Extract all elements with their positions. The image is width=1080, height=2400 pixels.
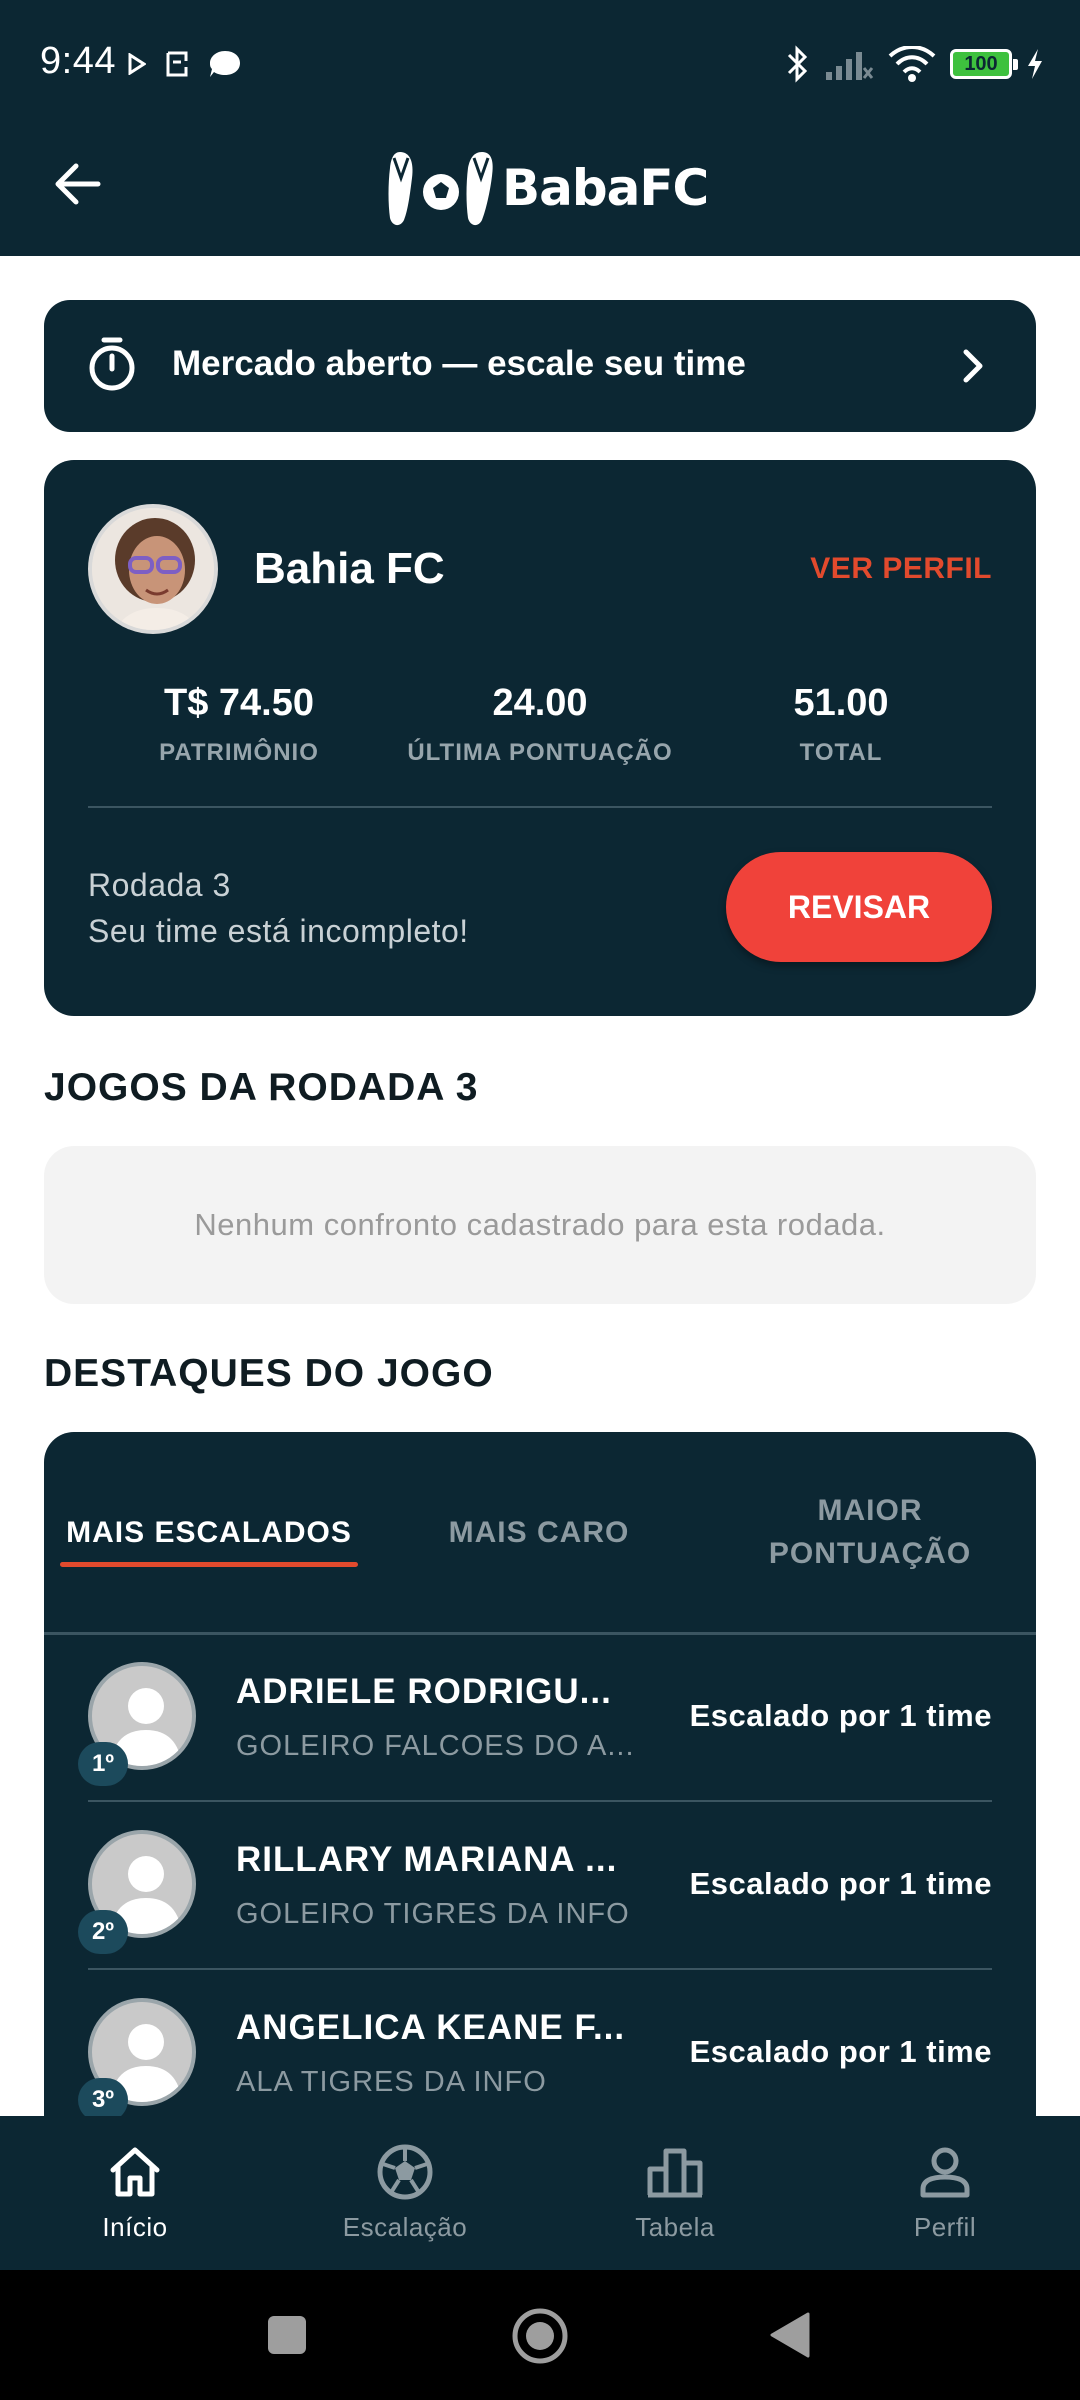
app-logo: BabaFC	[386, 138, 709, 238]
tab-maior-pontuacao[interactable]: MAIOR PONTUAÇÃO	[704, 1432, 1036, 1632]
wifi-icon	[888, 46, 936, 82]
team-summary-card: Bahia FC VER PERFIL T$ 74.50 PATRIMÔNIO …	[44, 460, 1036, 1016]
player-selection-count: Escalado por 1 time	[689, 1698, 992, 1733]
triangle-back-icon	[770, 2312, 810, 2358]
player-position-team: GOLEIRO TIGRES DA INFO	[236, 1898, 630, 1930]
market-status-text: Mercado aberto — escale seu time	[172, 344, 746, 383]
chevron-right-icon	[963, 349, 983, 383]
flip-flops-ball-icon	[388, 152, 493, 226]
player-row[interactable]: 1º ADRIELE RODRIGU... GOLEIRO FALCOES DO…	[44, 1634, 1036, 1802]
person-icon	[920, 2147, 970, 2198]
market-open-banner[interactable]: Mercado aberto — escale seu time	[44, 300, 1036, 432]
stat-ultima-pontuacao: 24.00 ÚLTIMA PONTUAÇÃO	[390, 682, 690, 767]
stat-label: PATRIMÔNIO	[159, 739, 319, 766]
nav-label: Perfil	[913, 2212, 977, 2242]
recents-button[interactable]	[266, 2314, 308, 2356]
system-navigation-bar	[0, 2270, 1080, 2400]
team-name: Bahia FC	[254, 544, 445, 593]
view-profile-link[interactable]: VER PERFIL	[810, 552, 992, 586]
status-time: 9:44	[40, 40, 116, 82]
status-bar: 9:44 100	[0, 0, 1080, 128]
home-icon	[110, 2147, 160, 2197]
nav-tabela[interactable]: Tabela	[540, 2116, 810, 2270]
player-selection-count: Escalado por 1 time	[689, 1866, 992, 1901]
home-button[interactable]	[510, 2306, 570, 2366]
nav-label: Escalação	[342, 2212, 468, 2242]
stat-value: 51.00	[793, 682, 889, 724]
stat-patrimonio: T$ 74.50 PATRIMÔNIO	[89, 682, 389, 767]
arrow-left-icon	[55, 163, 101, 205]
cell-signal-icon	[826, 52, 874, 80]
player-position-team: ALA TIGRES DA INFO	[236, 2066, 547, 2098]
status-system-icons: 100	[786, 40, 1044, 88]
player-row[interactable]: 3º ANGELICA KEANE F... ALA TIGRES DA INF…	[44, 1970, 1036, 2132]
player-name: RILLARY MARIANA ...	[236, 1840, 618, 1879]
tab-mais-escalados[interactable]: MAIS ESCALADOS	[44, 1432, 374, 1632]
round-info: Rodada 3 Seu time está incompleto!	[88, 862, 469, 954]
battery-icon: 100	[950, 49, 1018, 79]
player-name: ANGELICA KEANE F...	[236, 2008, 626, 2047]
stat-total: 51.00 TOTAL	[691, 682, 991, 767]
battery-level: 100	[964, 52, 998, 75]
bar-chart-icon	[647, 2148, 703, 2198]
bottom-navigation: Início Escalação Tabela Perfil	[0, 2116, 1080, 2270]
logo-text: BabaFC	[502, 159, 709, 217]
status-notification-icons	[128, 44, 242, 84]
system-back-button[interactable]	[768, 2310, 812, 2360]
tab-mais-caro[interactable]: MAIS CARO	[374, 1432, 704, 1632]
highlights-card: MAIS ESCALADOS MAIS CARO MAIOR PONTUAÇÃO…	[44, 1432, 1036, 2132]
stat-value: 24.00	[492, 682, 588, 724]
divider	[88, 806, 992, 808]
player-position-team: GOLEIRO FALCOES DO A...	[236, 1730, 635, 1762]
play-icon	[128, 53, 146, 75]
stat-label: TOTAL	[799, 739, 883, 766]
stat-label: ÚLTIMA PONTUAÇÃO	[407, 739, 673, 766]
nav-label: Tabela	[635, 2212, 715, 2242]
nav-perfil[interactable]: Perfil	[810, 2116, 1080, 2270]
highlights-section-title: DESTAQUES DO JOGO	[44, 1352, 494, 1395]
square-icon	[268, 2316, 306, 2354]
app-notification-icon	[166, 51, 188, 77]
empty-matches-message: Nenhum confronto cadastrado para esta ro…	[44, 1146, 1036, 1304]
chat-bubble-icon	[210, 51, 240, 77]
nav-escalacao[interactable]: Escalação	[270, 2116, 540, 2270]
team-avatar	[88, 504, 218, 634]
player-name: ADRIELE RODRIGU...	[236, 1672, 612, 1711]
app-bar: BabaFC	[0, 128, 1080, 256]
circle-icon	[512, 2308, 568, 2364]
rank-badge: 1º	[78, 1742, 128, 1786]
soccer-ball-icon	[377, 2144, 433, 2200]
review-button[interactable]: REVISAR	[726, 852, 992, 962]
stat-value: T$ 74.50	[164, 682, 314, 724]
active-tab-indicator	[60, 1562, 358, 1567]
player-selection-count: Escalado por 1 time	[689, 2034, 992, 2069]
stopwatch-icon	[89, 337, 135, 391]
team-status-message: Seu time está incompleto!	[88, 913, 469, 949]
nav-label: Início	[102, 2212, 168, 2242]
bluetooth-icon	[787, 45, 808, 83]
player-row[interactable]: 2º RILLARY MARIANA ... GOLEIRO TIGRES DA…	[44, 1802, 1036, 1970]
round-label: Rodada 3	[88, 867, 231, 903]
games-section-title: JOGOS DA RODADA 3	[44, 1066, 479, 1109]
nav-inicio[interactable]: Início	[0, 2116, 270, 2270]
charging-icon	[1028, 49, 1042, 79]
back-button[interactable]	[46, 152, 110, 216]
rank-badge: 2º	[78, 1910, 128, 1954]
